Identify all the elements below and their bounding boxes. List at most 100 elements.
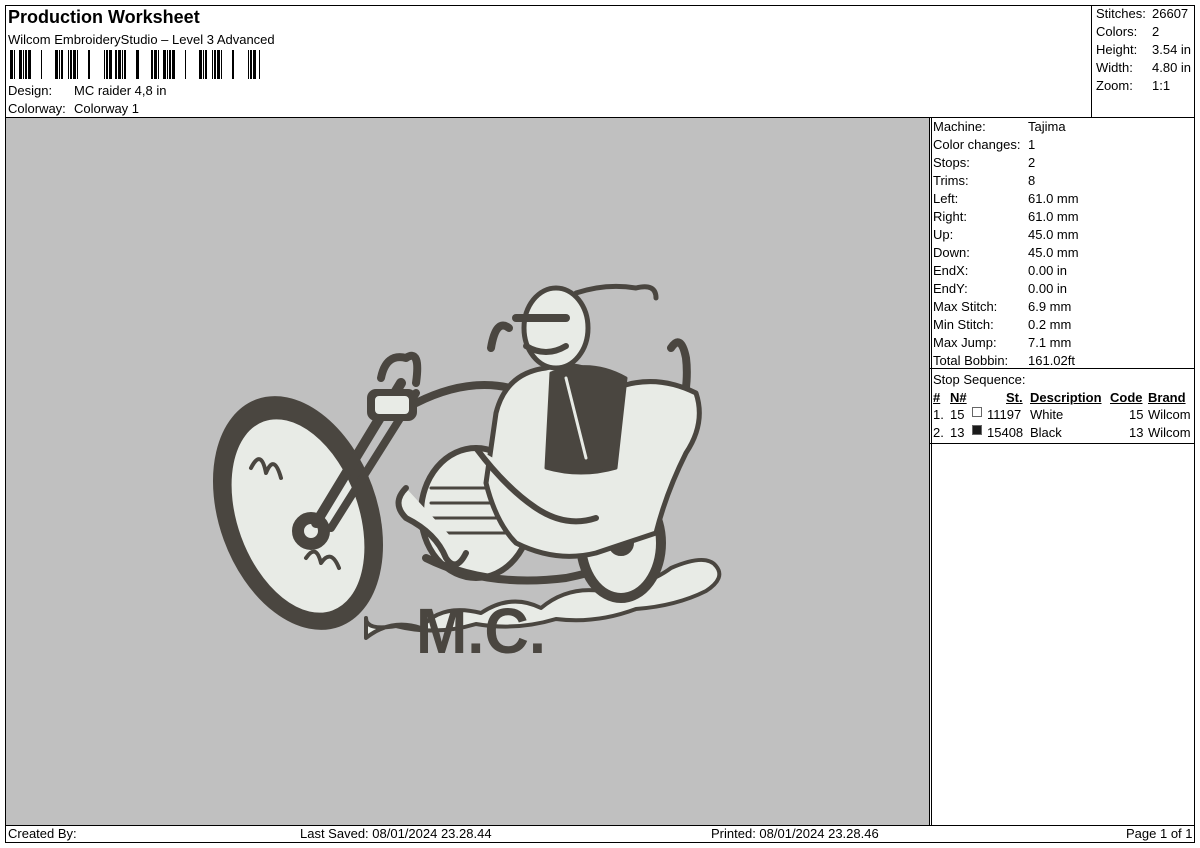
design-row: Design: MC raider 4,8 in bbox=[8, 83, 166, 98]
zoom-stat: Zoom: 1:1 bbox=[1096, 78, 1170, 93]
machine-property-row: Machine: Tajima bbox=[933, 119, 1066, 134]
machine-property-row: Trims: 8 bbox=[933, 173, 1035, 188]
col-description: Description bbox=[1030, 390, 1102, 405]
barcode-bar bbox=[151, 50, 153, 79]
property-label: Max Jump: bbox=[933, 335, 997, 350]
machine-property-row: Down: 45.0 mm bbox=[933, 245, 1079, 260]
barcode-bar bbox=[70, 50, 72, 79]
barcode-bar bbox=[169, 50, 171, 79]
property-value: 45.0 mm bbox=[1028, 245, 1079, 260]
height-value: 3.54 in bbox=[1152, 42, 1192, 57]
stop-cell-code: 15 bbox=[1129, 407, 1144, 422]
stop-cell-st: 15408 bbox=[987, 425, 1024, 440]
footer-divider bbox=[5, 825, 1195, 826]
barcode-bar bbox=[59, 50, 60, 79]
height-stat: Height: 3.54 in bbox=[1096, 42, 1191, 57]
property-label: Max Stitch: bbox=[933, 299, 998, 314]
property-label: EndY: bbox=[933, 281, 968, 296]
barcode-bar bbox=[73, 50, 76, 79]
machine-property-row: EndY: 0.00 in bbox=[933, 281, 1067, 296]
zoom-label: Zoom: bbox=[1096, 78, 1133, 93]
design-value: MC raider 4,8 in bbox=[74, 83, 167, 98]
stop-cell-desc: Black bbox=[1030, 425, 1062, 440]
barcode-bar bbox=[232, 50, 234, 79]
barcode-bar bbox=[14, 50, 15, 79]
machine-property-row: Stops: 2 bbox=[933, 155, 1035, 170]
barcode-bar bbox=[203, 50, 204, 79]
col-code: Code bbox=[1110, 390, 1143, 405]
stitches-stat: Stitches: 26607 bbox=[1096, 6, 1188, 21]
property-label: Right: bbox=[933, 209, 967, 224]
property-value: 61.0 mm bbox=[1028, 191, 1079, 206]
thread-color-swatch bbox=[972, 425, 982, 435]
barcode-bar bbox=[163, 50, 166, 79]
property-label: Left: bbox=[933, 191, 959, 206]
stop-cell-code: 13 bbox=[1129, 425, 1144, 440]
machine-property-row: Total Bobbin: 161.02ft bbox=[933, 353, 1075, 368]
property-value: 0.00 in bbox=[1028, 281, 1068, 296]
property-value: 45.0 mm bbox=[1028, 227, 1079, 242]
stop-cell-st: 11197 bbox=[987, 407, 1022, 422]
property-label: EndX: bbox=[933, 263, 969, 278]
barcode-bar bbox=[136, 50, 139, 79]
property-value: 7.1 mm bbox=[1028, 335, 1072, 350]
barcode-bar bbox=[158, 50, 159, 79]
property-label: Trims: bbox=[933, 173, 969, 188]
created-by: Created By: bbox=[8, 826, 77, 841]
stop-sequence-end-divider bbox=[929, 443, 1195, 444]
barcode-bar bbox=[154, 50, 157, 79]
stop-cell-n: 13 bbox=[950, 425, 965, 440]
barcode-bar bbox=[109, 50, 112, 79]
barcode-bar bbox=[55, 50, 58, 79]
panel-divider bbox=[929, 118, 930, 825]
property-value: 8 bbox=[1028, 173, 1036, 188]
property-label: Machine: bbox=[933, 119, 986, 134]
barcode-bar bbox=[221, 50, 222, 79]
stop-cell-n: 15 bbox=[950, 407, 965, 422]
barcode-icon bbox=[10, 50, 260, 79]
machine-property-row: Min Stitch: 0.2 mm bbox=[933, 317, 1071, 332]
property-label: Up: bbox=[933, 227, 954, 242]
worksheet-title: Production Worksheet bbox=[8, 7, 200, 27]
barcode-bar bbox=[25, 50, 27, 79]
stop-cell-num: 1. bbox=[933, 407, 944, 422]
property-value: 1 bbox=[1028, 137, 1036, 152]
barcode-bar bbox=[199, 50, 202, 79]
mc-lettering: M.C. bbox=[416, 595, 546, 667]
barcode-bar bbox=[217, 50, 220, 79]
barcode-bar bbox=[212, 50, 213, 79]
stop-sequence-header: # N# St. Description Code Brand bbox=[933, 390, 1195, 406]
property-value: 0.2 mm bbox=[1028, 317, 1072, 332]
property-label: Total Bobbin: bbox=[933, 353, 1009, 368]
motorcycle-rider-design: M.C. bbox=[212, 283, 722, 667]
stop-cell-desc: White bbox=[1030, 407, 1064, 422]
property-value: 161.02ft bbox=[1028, 353, 1075, 368]
design-canvas: M.C. bbox=[6, 118, 929, 825]
software-name: Wilcom EmbroideryStudio – Level 3 Advanc… bbox=[8, 32, 275, 47]
colorway-label: Colorway: bbox=[8, 101, 66, 116]
stop-sequence-row: 1. 15 11197 White 15 Wilcom bbox=[933, 407, 1195, 423]
barcode-bar bbox=[19, 50, 22, 79]
barcode-bar bbox=[253, 50, 256, 79]
stitches-value: 26607 bbox=[1152, 6, 1189, 21]
stop-sequence-title: Stop Sequence: bbox=[933, 372, 1026, 387]
barcode-bar bbox=[167, 50, 168, 79]
barcode-bar bbox=[23, 50, 24, 79]
col-needle: N# bbox=[950, 390, 967, 405]
printed-date: Printed: 08/01/2024 23.28.46 bbox=[711, 826, 879, 841]
machine-property-row: Right: 61.0 mm bbox=[933, 209, 1079, 224]
barcode-bar bbox=[10, 50, 13, 79]
machine-property-row: Up: 45.0 mm bbox=[933, 227, 1079, 242]
barcode-bar bbox=[205, 50, 207, 79]
machine-property-row: Max Jump: 7.1 mm bbox=[933, 335, 1071, 350]
property-label: Down: bbox=[933, 245, 970, 260]
width-label: Width: bbox=[1096, 60, 1133, 75]
barcode-bar bbox=[106, 50, 108, 79]
barcode-bar bbox=[172, 50, 175, 79]
property-label: Min Stitch: bbox=[933, 317, 994, 332]
machine-property-row: Color changes: 1 bbox=[933, 137, 1035, 152]
barcode-bar bbox=[185, 50, 186, 79]
property-value: 6.9 mm bbox=[1028, 299, 1072, 314]
stitches-label: Stitches: bbox=[1096, 6, 1146, 21]
stop-sequence-divider bbox=[929, 368, 1195, 369]
